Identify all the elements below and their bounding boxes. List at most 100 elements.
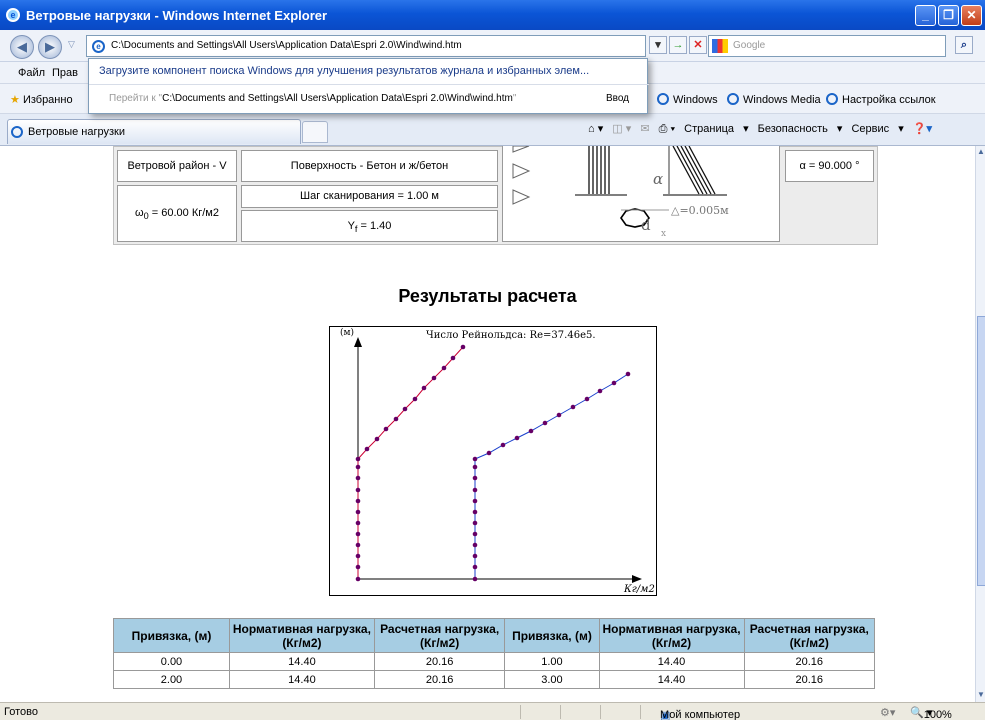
data-point [393, 416, 399, 422]
title-bar: e Ветровые нагрузки - Windows Internet E… [0, 0, 985, 30]
table-cell: 14.40 [228, 670, 375, 689]
table-cell: 20.16 [373, 670, 506, 689]
menu-service[interactable]: Сервис ▾ [851, 123, 903, 135]
page-icon: e [92, 40, 105, 53]
data-point [472, 509, 478, 515]
results-body: 0.00 14.40 20.16 1.00 14.40 20.16 2.00 14.40 20.… [113, 652, 875, 689]
menu-page-label: Страница [684, 123, 735, 135]
data-point [355, 542, 361, 548]
data-point [472, 564, 478, 570]
data-point [355, 464, 361, 470]
menu-file[interactable]: Файл [18, 67, 45, 79]
table-cell: 3.00 [504, 670, 600, 689]
load-chart: Число Рейнольдса: Re=37.46e5. (м) Кг/м2 [329, 326, 657, 596]
yf-symbol: Y [347, 220, 355, 232]
fig-x-label: x [661, 229, 666, 239]
address-input[interactable]: C:\Documents and Settings\All Users\Appl… [111, 40, 462, 51]
ie-tab-icon [11, 126, 23, 138]
menu-security-label: Безопасность [757, 123, 828, 135]
data-point [625, 371, 631, 377]
back-button[interactable]: ◀ [10, 35, 34, 59]
data-point [472, 553, 478, 559]
data-point [421, 385, 427, 391]
wind-arrow-icons [512, 146, 531, 205]
data-point [431, 375, 437, 381]
search-icon[interactable]: ⌕ [955, 36, 973, 54]
y-axis-arrow [354, 337, 362, 347]
minimize-button[interactable]: _ [915, 5, 936, 26]
page-content: Ветровой район - V ω0 = 60.00 Кг/м2 Пове… [0, 146, 975, 702]
table-cell: 1.00 [504, 652, 600, 671]
menu-security[interactable]: Безопасность ▾ [758, 123, 843, 135]
goto-url: C:\Documents and Settings\All Users\Appl… [162, 93, 513, 104]
status-divider [520, 705, 521, 719]
feeds-icon[interactable]: ◫ ▾ [612, 123, 631, 135]
search-box[interactable]: Google [708, 35, 946, 57]
data-point [441, 365, 447, 371]
history-dropdown-icon[interactable]: ▽ [68, 39, 75, 50]
structure-diagram: α △=0.005м d x [512, 146, 729, 239]
zoom-control[interactable]: 🔍 100% ▾ [910, 706, 952, 720]
chart-title: Число Рейнольдса: Re=37.46e5. [426, 330, 596, 341]
data-point [556, 412, 562, 418]
data-point [472, 531, 478, 537]
table-row: 0.00 14.40 20.16 1.00 14.40 20.16 [113, 652, 875, 671]
scroll-thumb[interactable] [977, 316, 985, 586]
address-bar[interactable]: e C:\Documents and Settings\All Users\Ap… [86, 35, 646, 57]
link-customize-label: Настройка ссылок [842, 94, 936, 106]
data-point [486, 450, 492, 456]
status-bar: Готово ▣ Мой компьютер ⚙▾ 🔍 100% ▾ [0, 702, 985, 720]
link-windows-media[interactable]: Windows Media [727, 93, 821, 106]
protected-mode-icon[interactable]: ⚙▾ [880, 706, 895, 719]
stop-button[interactable]: ✕ [689, 36, 707, 54]
scroll-down-icon[interactable]: ▼ [977, 690, 985, 699]
home-icon[interactable]: ⌂ ▾ [588, 123, 603, 135]
column-header: Расчетная нагрузка, (Кг/м2) [743, 618, 875, 653]
close-button[interactable]: ✕ [961, 5, 982, 26]
goto-suggestion[interactable]: Перейти к "C:\Documents and Settings\All… [109, 93, 516, 104]
data-point [472, 464, 478, 470]
zoom-value: 100% [923, 709, 952, 720]
forward-button[interactable]: ▶ [38, 35, 62, 59]
table-cell: 14.40 [228, 652, 375, 671]
table-cell: 0.00 [113, 652, 230, 671]
data-point [472, 475, 478, 481]
menu-edit[interactable]: Прав [52, 67, 78, 79]
mail-icon[interactable]: ✉ [640, 123, 649, 135]
fig-alpha-label: α [653, 170, 663, 188]
alpha-cell: α = 90.000 ° [785, 150, 874, 182]
data-point [450, 355, 456, 361]
data-point [460, 344, 466, 350]
data-point [570, 404, 576, 410]
structure-figure: α △=0.005м d x [502, 146, 780, 242]
ie-logo-icon: e [6, 8, 20, 22]
link-windows[interactable]: Windows [657, 93, 718, 106]
google-icon [712, 39, 728, 53]
load-chart-svg: Число Рейнольдса: Re=37.46e5. (м) Кг/м2 [340, 327, 655, 595]
data-point [472, 520, 478, 526]
results-table: Привязка, (м) Нормативная нагрузка, (Кг/м… [113, 618, 875, 689]
wind-region-cell: Ветровой район - V [117, 150, 237, 182]
windows-search-suggestion[interactable]: Загрузите компонент поиска Windows для у… [99, 65, 589, 77]
menu-page[interactable]: Страница ▾ [684, 123, 748, 135]
print-icon[interactable]: ⎙ ▾ [659, 123, 675, 135]
vertical-scrollbar[interactable]: ▲ ▼ [975, 146, 985, 702]
enter-hint: Ввод [605, 93, 629, 104]
data-point [412, 396, 418, 402]
w0-value: = 60.00 Кг/м2 [148, 207, 219, 219]
data-point [355, 531, 361, 537]
help-icon[interactable]: ❓▾ [913, 123, 932, 135]
go-button[interactable]: → [669, 36, 687, 54]
new-tab-button[interactable] [302, 121, 328, 143]
tab-active[interactable]: Ветровые нагрузки [7, 119, 301, 144]
scroll-up-icon[interactable]: ▲ [977, 147, 985, 156]
table-cell: 20.16 [373, 652, 506, 671]
separator [89, 84, 649, 85]
data-point [374, 436, 380, 442]
series-group [355, 344, 631, 582]
address-dropdown-icon[interactable]: ▾ [649, 36, 667, 54]
data-point [500, 442, 506, 448]
maximize-button[interactable]: ❐ [938, 5, 959, 26]
link-customize[interactable]: Настройка ссылок [826, 93, 936, 106]
favorites-button[interactable]: ★ Избранно [10, 93, 73, 106]
